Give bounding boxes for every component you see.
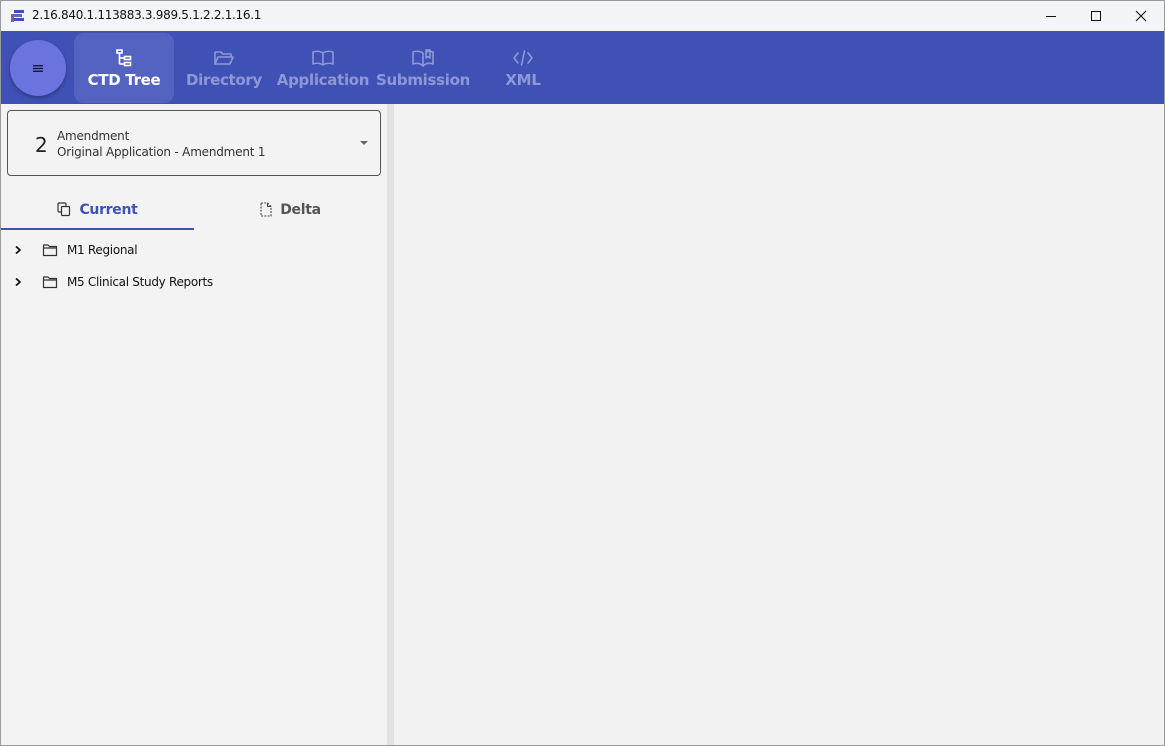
nav-directory[interactable]: Directory xyxy=(174,33,274,103)
title-bar: 2.16.840.1.113883.3.989.5.1.2.2.1.16.1 xyxy=(1,1,1164,31)
maximize-button[interactable] xyxy=(1073,1,1119,31)
nav-label: Submission xyxy=(376,71,470,89)
nav-ctd-tree[interactable]: CTD Tree xyxy=(74,33,174,103)
window-title: 2.16.840.1.113883.3.989.5.1.2.2.1.16.1 xyxy=(32,8,262,22)
code-icon xyxy=(513,50,533,66)
active-tab-indicator xyxy=(1,228,194,230)
view-tabs: Current Delta xyxy=(1,189,387,230)
menu-button[interactable] xyxy=(10,40,66,96)
sequence-number: 2 xyxy=(35,133,48,157)
nav-label: Application xyxy=(276,71,370,89)
chevron-right-icon[interactable] xyxy=(13,244,23,256)
tab-label: Delta xyxy=(280,201,321,218)
tree-item-label: M1 Regional xyxy=(67,243,138,257)
sequence-selector[interactable]: 2 Amendment Original Application - Amend… xyxy=(7,110,381,176)
book-icon xyxy=(312,50,334,66)
tree-icon xyxy=(116,49,132,67)
sequence-description: Original Application - Amendment 1 xyxy=(57,145,266,159)
book-open-icon xyxy=(412,49,434,67)
tree-item-label: M5 Clinical Study Reports xyxy=(67,275,213,289)
tree-item-m5-clinical-study-reports[interactable]: M5 Clinical Study Reports xyxy=(1,266,387,298)
nav-application[interactable]: Application xyxy=(273,33,373,103)
chevron-right-icon[interactable] xyxy=(13,276,23,288)
tab-current[interactable]: Current xyxy=(1,189,194,230)
content-panel xyxy=(394,104,1164,745)
file-diff-icon xyxy=(260,202,272,217)
close-button[interactable] xyxy=(1118,1,1164,31)
folder-icon xyxy=(42,244,58,257)
maximize-icon xyxy=(1091,11,1101,21)
folder-open-icon xyxy=(214,51,234,65)
tree-item-m1-regional[interactable]: M1 Regional xyxy=(1,234,387,266)
nav-label: XML xyxy=(505,71,541,89)
minimize-icon xyxy=(1046,16,1056,17)
nav-submission[interactable]: Submission xyxy=(373,33,473,103)
tab-delta[interactable]: Delta xyxy=(194,189,387,230)
tab-label: Current xyxy=(79,201,138,218)
nav-label: CTD Tree xyxy=(87,71,161,89)
copy-icon xyxy=(57,202,71,217)
minimize-button[interactable] xyxy=(1028,1,1074,31)
app-window: 2.16.840.1.113883.3.989.5.1.2.2.1.16.1 C… xyxy=(0,0,1165,746)
close-icon xyxy=(1135,10,1147,22)
folder-icon xyxy=(42,276,58,289)
left-panel: 2 Amendment Original Application - Amend… xyxy=(1,104,387,745)
app-header: CTD Tree Directory Application Submissio… xyxy=(1,31,1164,104)
nav-label: Directory xyxy=(185,71,262,89)
nav-xml[interactable]: XML xyxy=(473,33,573,103)
panel-splitter[interactable] xyxy=(387,104,394,745)
menu-icon xyxy=(33,65,43,72)
app-logo-icon xyxy=(11,10,24,22)
ctd-tree: M1 Regional M5 Clinical Study Reports xyxy=(1,234,387,298)
sequence-type: Amendment xyxy=(57,129,130,143)
dropdown-caret-icon xyxy=(360,141,368,145)
